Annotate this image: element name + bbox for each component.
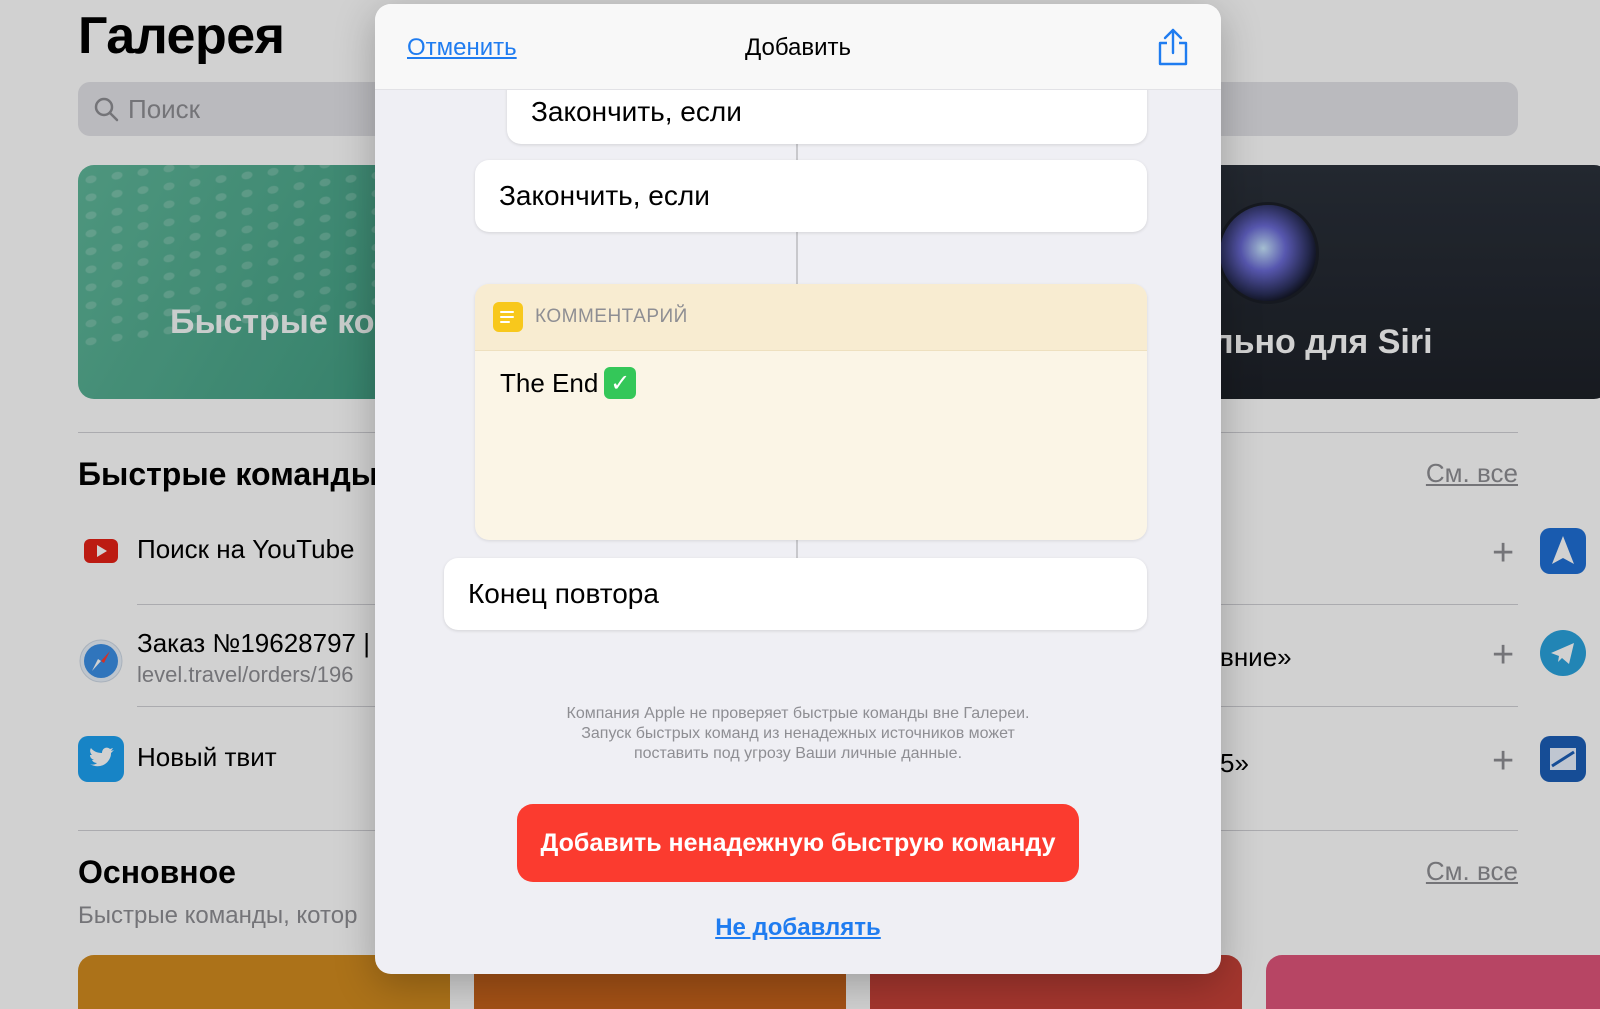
comment-label: КОММЕНТАРИЙ [535,306,688,327]
add-untrusted-shortcut-button[interactable]: Добавить ненадежную быструю команду [517,804,1079,882]
warning-text: Компания Apple не проверяет быстрые кома… [566,705,1030,762]
action-label: Закончить, если [499,180,710,211]
action-end-repeat[interactable]: Конец повтора [444,558,1147,630]
action-comment[interactable]: КОММЕНТАРИЙ The End ✓ [475,284,1147,540]
action-connector [796,540,798,558]
modal-title: Добавить [744,34,852,61]
comment-header: КОММЕНТАРИЙ [475,284,1147,351]
add-shortcut-modal: Отменить Добавить Закончить, если Законч… [375,4,1221,974]
comment-body[interactable]: The End ✓ [475,351,1147,415]
action-connector [796,232,798,284]
untrusted-warning: Компания Apple не проверяет быстрые кома… [375,704,1221,764]
action-label: Конец повтора [468,578,659,609]
share-icon[interactable] [1153,26,1193,70]
modal-header: Отменить Добавить [375,4,1221,90]
comment-text: The End [500,367,599,398]
dont-add-link[interactable]: Не добавлять [375,914,1221,942]
comment-icon [493,302,523,332]
action-label: Закончить, если [531,96,742,127]
action-end-if[interactable]: Закончить, если [475,160,1147,232]
check-mark-icon: ✓ [604,367,637,399]
